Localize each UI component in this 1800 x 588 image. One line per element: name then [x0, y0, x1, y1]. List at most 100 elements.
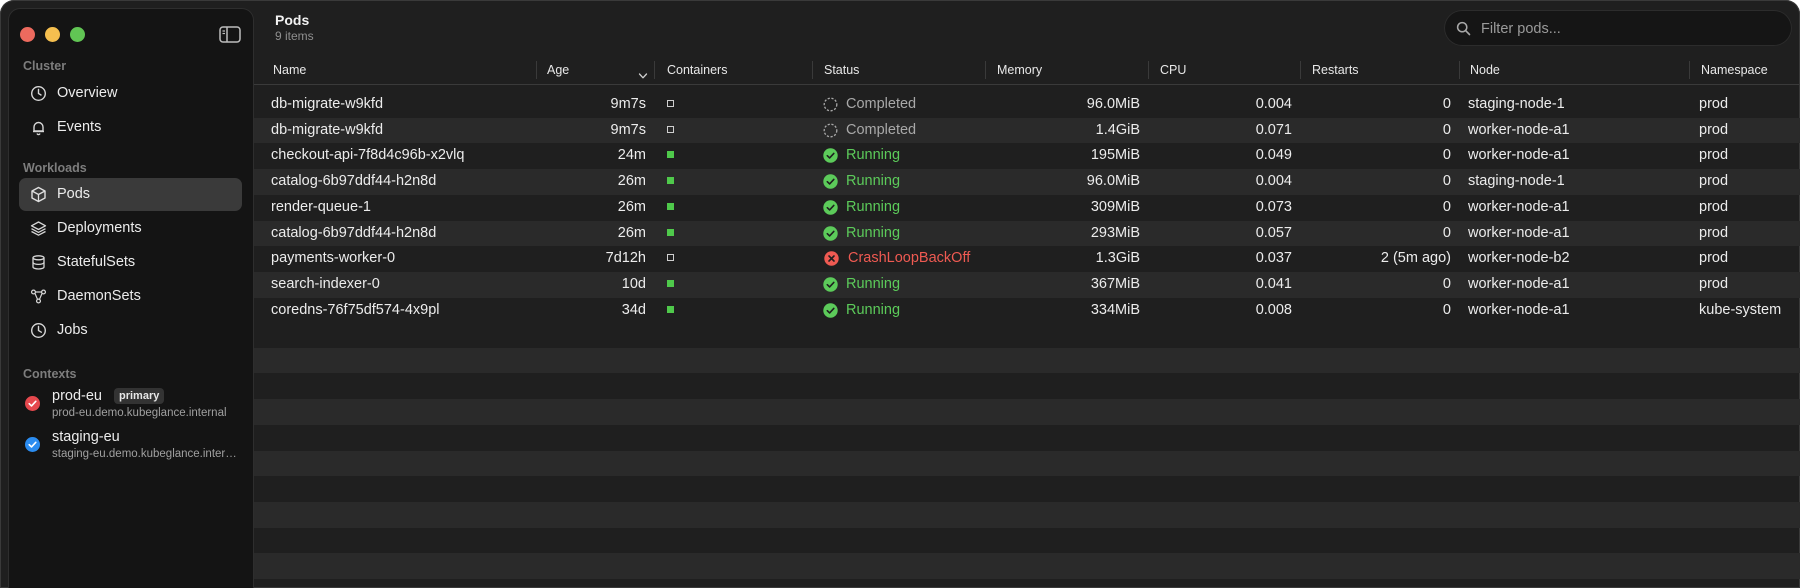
column-header-cpu[interactable]: CPU: [1160, 63, 1186, 77]
column-header-name[interactable]: Name: [273, 63, 306, 77]
age-cell: 9m7s: [610, 96, 646, 112]
empty-row: [254, 425, 1800, 451]
restarts-cell: 0: [1442, 275, 1451, 292]
restarts-cell: 0: [1442, 198, 1451, 215]
sidebar-item-statefulsets[interactable]: StatefulSets: [19, 246, 242, 279]
node-cell: worker-node-a1: [1468, 275, 1570, 292]
cpu-cell: 0.037: [1255, 250, 1292, 267]
section-cluster: Cluster: [23, 59, 67, 73]
search-input[interactable]: [1479, 18, 1773, 40]
namespace-cell: prod: [1699, 224, 1729, 241]
search-icon: [1456, 21, 1471, 36]
column-header-restarts[interactable]: Restarts: [1312, 63, 1359, 77]
overview-icon: [30, 85, 47, 102]
empty-row: [254, 450, 1800, 477]
memory-cell: 309MiB: [1090, 198, 1140, 215]
sidebar-item-jobs[interactable]: Jobs: [19, 314, 242, 347]
cpu-cell: 0.073: [1255, 198, 1292, 215]
age-cell: 9m7s: [610, 121, 646, 138]
table-row[interactable]: catalog-6b97ddf44-h2n8d 26m Running 293M…: [254, 220, 1800, 247]
age-cell: 26m: [617, 224, 646, 241]
close-window-button[interactable]: [20, 27, 35, 42]
node-cell: worker-node-b2: [1468, 250, 1570, 267]
column-header-namespace[interactable]: Namespace: [1701, 63, 1768, 77]
memory-cell: 195MiB: [1090, 147, 1140, 164]
table-row[interactable]: db-migrate-w9kfd 9m7s Completed 1.4GiB 0…: [254, 117, 1800, 144]
table-row[interactable]: render-queue-1 26m Running 309MiB 0.073 …: [254, 195, 1800, 221]
sidebar-item-overview[interactable]: Overview: [19, 77, 242, 110]
column-divider[interactable]: [1300, 61, 1301, 79]
column-divider[interactable]: [1459, 61, 1460, 79]
age-cell: 34d: [621, 301, 646, 318]
sidebar-item-label: Events: [57, 119, 102, 135]
status-cell: Running: [846, 198, 901, 215]
table-row[interactable]: checkout-api-7f8d4c96b-x2vlq 24m Running…: [254, 143, 1800, 169]
sidebar-item-daemonsets[interactable]: DaemonSets: [19, 280, 242, 313]
search-box[interactable]: [1444, 10, 1792, 46]
empty-row: [254, 322, 1800, 348]
running-check-icon: [823, 174, 838, 189]
node-cell: worker-node-a1: [1468, 301, 1570, 318]
layers-icon: [30, 220, 47, 237]
context-staging-eu[interactable]: staging-eu staging-eu.demo.kubeglance.in…: [19, 427, 242, 465]
column-divider[interactable]: [654, 61, 655, 79]
pod-name-cell: coredns-76f75df574-4x9pl: [271, 301, 440, 318]
column-header-node[interactable]: Node: [1470, 63, 1500, 77]
maximize-window-button[interactable]: [70, 27, 85, 42]
sidebar-item-events[interactable]: Events: [19, 111, 242, 144]
memory-cell: 1.4GiB: [1095, 121, 1140, 138]
age-cell: 24m: [617, 147, 646, 164]
column-header-age[interactable]: Age: [547, 63, 569, 77]
main-content: Pods 9 items Name Age Containers Status …: [254, 0, 1800, 588]
cpu-cell: 0.071: [1255, 121, 1292, 138]
table-row[interactable]: coredns-76f75df574-4x9pl 34d Running 334…: [254, 298, 1800, 324]
pod-name-cell: checkout-api-7f8d4c96b-x2vlq: [271, 147, 465, 164]
namespace-cell: prod: [1699, 173, 1729, 190]
pod-name-cell: catalog-6b97ddf44-h2n8d: [271, 224, 437, 241]
column-divider[interactable]: [985, 61, 986, 79]
app-window: Cluster Overview Events Workloads Pods D…: [0, 0, 1800, 588]
table-row[interactable]: db-migrate-w9kfd 9m7s Completed 96.0MiB …: [254, 92, 1800, 118]
column-divider[interactable]: [1148, 61, 1149, 79]
status-cell: Completed: [846, 96, 917, 112]
primary-badge: primary: [114, 388, 165, 404]
table-row[interactable]: payments-worker-0 7d12h CrashLoopBackOff…: [254, 246, 1800, 272]
memory-cell: 96.0MiB: [1086, 96, 1140, 112]
restarts-cell: 2 (5m ago): [1380, 250, 1451, 267]
restarts-cell: 0: [1442, 301, 1451, 318]
container-state-icon: [667, 279, 674, 287]
sidebar-item-label: Jobs: [57, 322, 88, 338]
sidebar-item-label: Deployments: [57, 220, 142, 236]
column-divider[interactable]: [536, 61, 537, 79]
age-cell: 26m: [617, 173, 646, 190]
empty-row: [254, 476, 1800, 502]
container-state-icon: [667, 254, 674, 262]
running-check-icon: [823, 225, 838, 241]
column-header-containers[interactable]: Containers: [667, 63, 727, 77]
restarts-cell: 0: [1442, 224, 1451, 241]
sidebar-item-label: DaemonSets: [57, 288, 141, 304]
table-row[interactable]: catalog-6b97ddf44-h2n8d 26m Running 96.0…: [254, 169, 1800, 195]
sidebar: Cluster Overview Events Workloads Pods D…: [8, 8, 254, 588]
container-state-icon: [667, 125, 674, 133]
status-check-icon: [25, 437, 40, 452]
section-contexts: Contexts: [23, 367, 77, 381]
column-divider[interactable]: [812, 61, 813, 79]
table-row[interactable]: search-indexer-0 10d Running 367MiB 0.04…: [254, 271, 1800, 298]
sidebar-item-label: StatefulSets: [57, 254, 136, 270]
completed-dashed-circle-icon: [823, 97, 838, 112]
running-check-icon: [823, 302, 838, 318]
column-divider[interactable]: [1689, 61, 1690, 79]
column-header-memory[interactable]: Memory: [997, 63, 1042, 77]
nodes-icon: [30, 288, 47, 305]
pod-name-cell: search-indexer-0: [271, 275, 380, 292]
sidebar-item-pods[interactable]: Pods: [19, 178, 242, 211]
minimize-window-button[interactable]: [45, 27, 60, 42]
context-prod-eu[interactable]: prod-eu primary prod-eu.demo.kubeglance.…: [19, 386, 242, 424]
sidebar-item-deployments[interactable]: Deployments: [19, 212, 242, 245]
chevron-down-icon[interactable]: [638, 67, 648, 79]
memory-cell: 293MiB: [1090, 224, 1140, 241]
error-x-icon: [824, 251, 839, 266]
column-header-status[interactable]: Status: [824, 63, 859, 77]
sidebar-toggle-icon[interactable]: [219, 26, 241, 43]
